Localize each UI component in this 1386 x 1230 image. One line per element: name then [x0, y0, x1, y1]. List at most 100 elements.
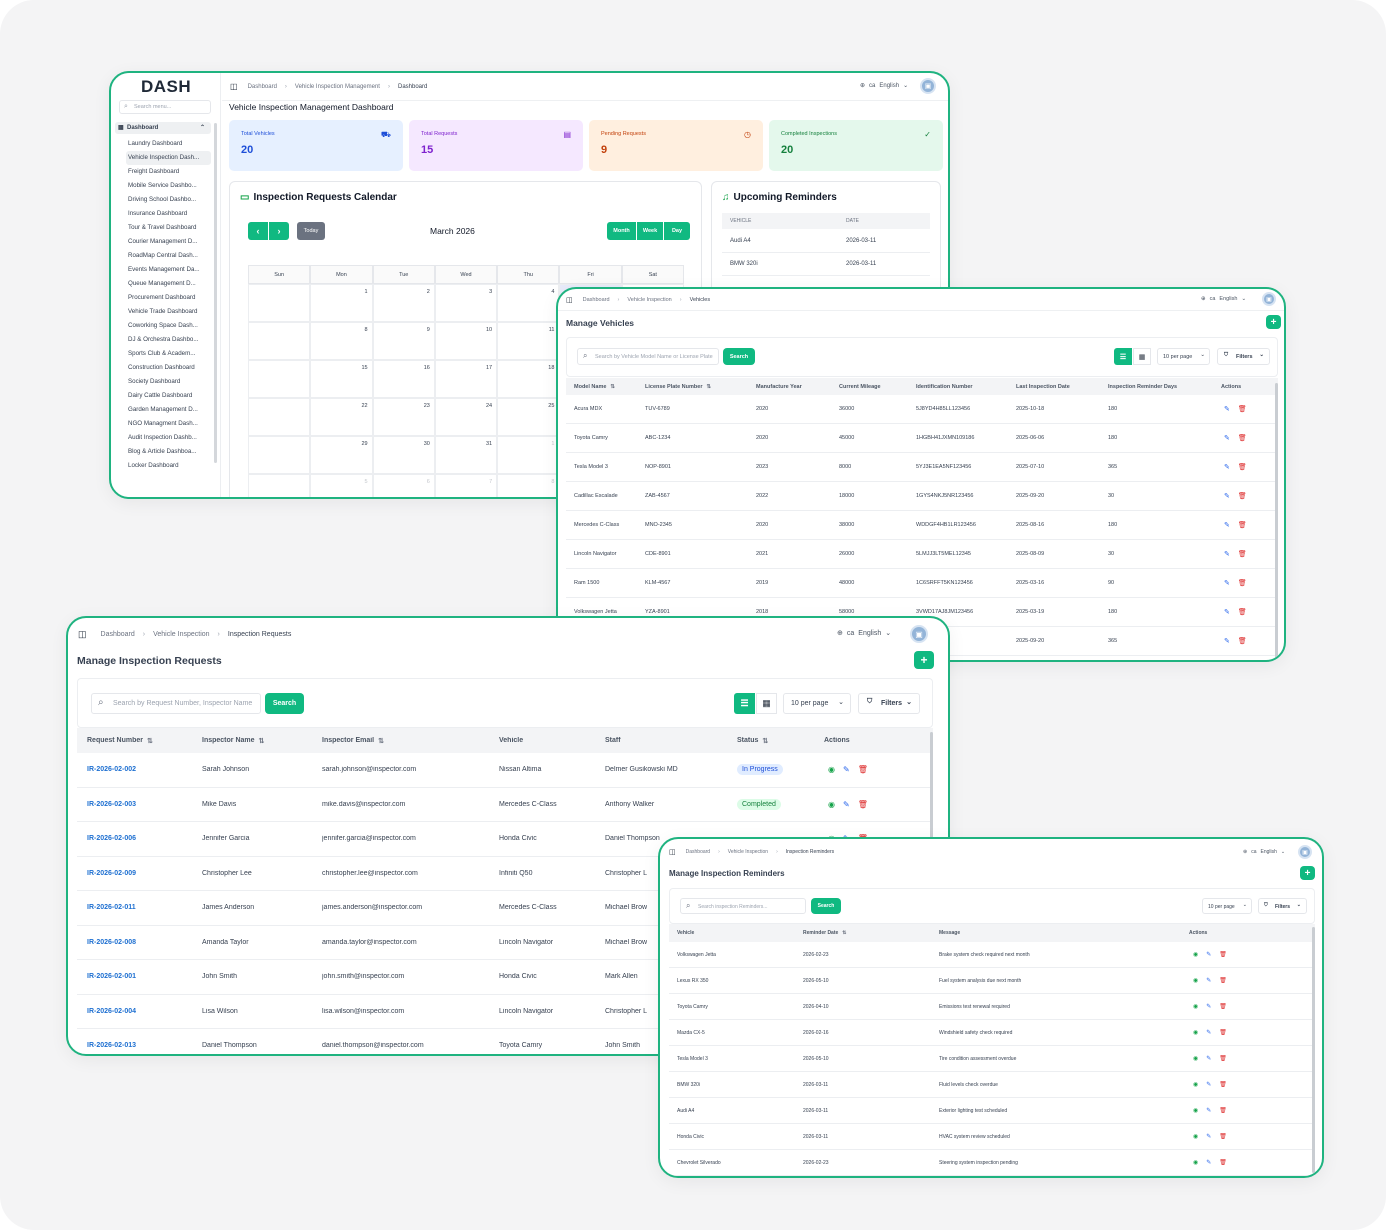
- prev-month-button[interactable]: ‹: [248, 222, 268, 240]
- calendar-day-cell[interactable]: 22: [310, 398, 373, 436]
- sidebar-scrollbar[interactable]: [214, 123, 217, 463]
- request-number-link[interactable]: IR-2026-02-004: [77, 1008, 202, 1015]
- delete-icon[interactable]: 🗑: [1238, 405, 1247, 413]
- calendar-day-cell[interactable]: 5: [310, 474, 373, 497]
- per-page-select[interactable]: 10 per page ⌄: [1202, 898, 1252, 914]
- sidebar-item[interactable]: Tour & Travel Dashboard: [126, 221, 211, 235]
- sidebar-item[interactable]: Events Management Da...: [126, 263, 211, 277]
- request-number-link[interactable]: IR-2026-02-013: [77, 1042, 202, 1049]
- delete-icon[interactable]: 🗑: [1219, 1159, 1227, 1166]
- table-scrollbar[interactable]: [1275, 383, 1278, 658]
- sidebar-item[interactable]: DJ & Orchestra Dashbo...: [126, 333, 211, 347]
- calendar-day-cell[interactable]: [248, 398, 311, 436]
- delete-icon[interactable]: 🗑: [1238, 521, 1247, 529]
- calendar-day-cell[interactable]: 16: [372, 360, 435, 398]
- delete-icon[interactable]: 🗑: [858, 800, 868, 809]
- table-row[interactable]: Tesla Model 3 NOP-8901 2023 8000 5YJ3E1EA5NF…: [566, 453, 1278, 482]
- sidebar-section-dashboard[interactable]: Dashboard ⌃ ▦: [115, 122, 211, 134]
- table-row[interactable]: Mazda CX-5 2026-02-16 Windshield safety ch…: [669, 1020, 1315, 1046]
- delete-icon[interactable]: 🗑: [1219, 1081, 1227, 1088]
- sidebar-item[interactable]: Audit Inspection Dashb...: [126, 431, 211, 445]
- view-day-button[interactable]: Day: [664, 222, 690, 240]
- calendar-day-cell[interactable]: [248, 474, 311, 497]
- table-scrollbar[interactable]: [1312, 927, 1315, 1173]
- delete-icon[interactable]: 🗑: [1238, 434, 1247, 442]
- language-selector[interactable]: ⊕ ca English ⌄: [1243, 849, 1285, 855]
- edit-icon[interactable]: ✎: [843, 765, 850, 774]
- search-button[interactable]: Search: [265, 693, 304, 714]
- table-row[interactable]: Mercedes C-Class MNO-2345 2020 38000 WDDGF4H…: [566, 511, 1278, 540]
- edit-icon[interactable]: ✎: [1206, 1133, 1211, 1140]
- sidebar-toggle-icon[interactable]: ◫: [230, 82, 238, 91]
- edit-icon[interactable]: ✎: [1224, 550, 1230, 558]
- calendar-day-cell[interactable]: [248, 360, 311, 398]
- calendar-day-cell[interactable]: 15: [310, 360, 373, 398]
- sidebar-item[interactable]: Insurance Dashboard: [126, 207, 211, 221]
- breadcrumb-item[interactable]: Vehicle Inspection: [728, 849, 768, 855]
- sort-icon[interactable]: ⇅: [610, 384, 615, 390]
- sidebar-item[interactable]: Garden Management D...: [126, 403, 211, 417]
- column-header[interactable]: Reminder Date ⇅: [803, 930, 939, 936]
- edit-icon[interactable]: ✎: [843, 800, 850, 809]
- calendar-day-cell[interactable]: 23: [372, 398, 435, 436]
- language-selector[interactable]: ⊕ ca English ⌄: [1201, 296, 1246, 302]
- calendar-day-cell[interactable]: 7: [434, 474, 498, 497]
- delete-icon[interactable]: 🗑: [1219, 1133, 1227, 1140]
- edit-icon[interactable]: ✎: [1224, 463, 1230, 471]
- sidebar-item[interactable]: Society Dashboard: [126, 375, 211, 389]
- per-page-select[interactable]: 10 per page ⌄: [783, 693, 851, 714]
- column-header[interactable]: License Plate Number ⇅: [645, 384, 756, 390]
- delete-icon[interactable]: 🗑: [1219, 1107, 1227, 1114]
- breadcrumb-item[interactable]: Vehicle Inspection Management: [295, 84, 380, 90]
- sidebar-item[interactable]: Queue Management D...: [126, 277, 211, 291]
- sort-icon[interactable]: ⇅: [259, 737, 265, 745]
- sort-icon[interactable]: ⇅: [842, 930, 846, 936]
- request-number-link[interactable]: IR-2026-02-006: [77, 835, 202, 842]
- sidebar-item[interactable]: Dairy Cattle Dashboard: [126, 389, 211, 403]
- language-selector[interactable]: ⊕ ca English ⌄: [860, 82, 908, 90]
- search-button[interactable]: Search: [723, 348, 755, 365]
- table-row[interactable]: Volkswagen Jetta 2026-02-23 Brake system c…: [669, 942, 1315, 968]
- calendar-day-cell[interactable]: 9: [372, 322, 435, 360]
- sidebar-item[interactable]: Mobile Service Dashbo...: [126, 179, 211, 193]
- per-page-select[interactable]: 10 per page ⌄: [1157, 348, 1210, 365]
- breadcrumb-item[interactable]: Dashboard: [248, 84, 277, 90]
- calendar-day-cell[interactable]: 25: [497, 398, 560, 436]
- calendar-day-cell[interactable]: 29: [310, 436, 373, 474]
- add-reminder-button[interactable]: +: [1300, 866, 1315, 880]
- sidebar-item[interactable]: RoadMap Central Dash...: [126, 249, 211, 263]
- sidebar-toggle-icon[interactable]: ◫: [78, 629, 87, 640]
- sidebar-item[interactable]: Vehicle Inspection Dash...: [126, 151, 211, 165]
- calendar-day-cell[interactable]: 1: [310, 284, 373, 322]
- column-header[interactable]: Manufacture Year: [756, 384, 839, 390]
- view-icon[interactable]: ◉: [1193, 1029, 1198, 1036]
- add-vehicle-button[interactable]: +: [1266, 315, 1281, 329]
- table-row[interactable]: Tesla Model 3 2026-05-10 Tire condition as…: [669, 1046, 1315, 1072]
- sidebar-item[interactable]: Procurement Dashboard: [126, 291, 211, 305]
- table-row[interactable]: BMW 320i 2026-03-11 Fluid levels check ove…: [669, 1072, 1315, 1098]
- calendar-day-cell[interactable]: 3: [434, 284, 498, 322]
- edit-icon[interactable]: ✎: [1206, 951, 1211, 958]
- delete-icon[interactable]: 🗑: [1238, 550, 1247, 558]
- sidebar-item[interactable]: NGO Managment Dash...: [126, 417, 211, 431]
- request-number-link[interactable]: IR-2026-02-009: [77, 870, 202, 877]
- calendar-day-cell[interactable]: 18: [497, 360, 560, 398]
- request-number-link[interactable]: IR-2026-02-003: [77, 801, 202, 808]
- sidebar-item[interactable]: Construction Dashboard: [126, 361, 211, 375]
- sidebar-search-input[interactable]: ⌕ Search menu...: [119, 100, 211, 114]
- delete-icon[interactable]: 🗑: [1238, 579, 1247, 587]
- delete-icon[interactable]: 🗑: [858, 765, 868, 774]
- view-icon[interactable]: ◉: [1193, 1159, 1198, 1166]
- table-row[interactable]: Lexus RX 350 2026-05-10 Fuel system analys…: [669, 968, 1315, 994]
- avatar[interactable]: ▣: [1298, 845, 1312, 859]
- sidebar-item[interactable]: Freight Dashboard: [126, 165, 211, 179]
- sidebar-item[interactable]: Locker Dashboard: [126, 459, 211, 473]
- view-icon[interactable]: ◉: [828, 800, 835, 809]
- today-button[interactable]: Today: [297, 222, 325, 240]
- view-icon[interactable]: ◉: [1193, 1133, 1198, 1140]
- view-icon[interactable]: ◉: [1193, 1055, 1198, 1062]
- filters-button[interactable]: ⛉ Filters ⌄: [858, 693, 920, 714]
- delete-icon[interactable]: 🗑: [1219, 1055, 1227, 1062]
- calendar-day-cell[interactable]: 11: [497, 322, 560, 360]
- calendar-day-cell[interactable]: 8: [497, 474, 560, 497]
